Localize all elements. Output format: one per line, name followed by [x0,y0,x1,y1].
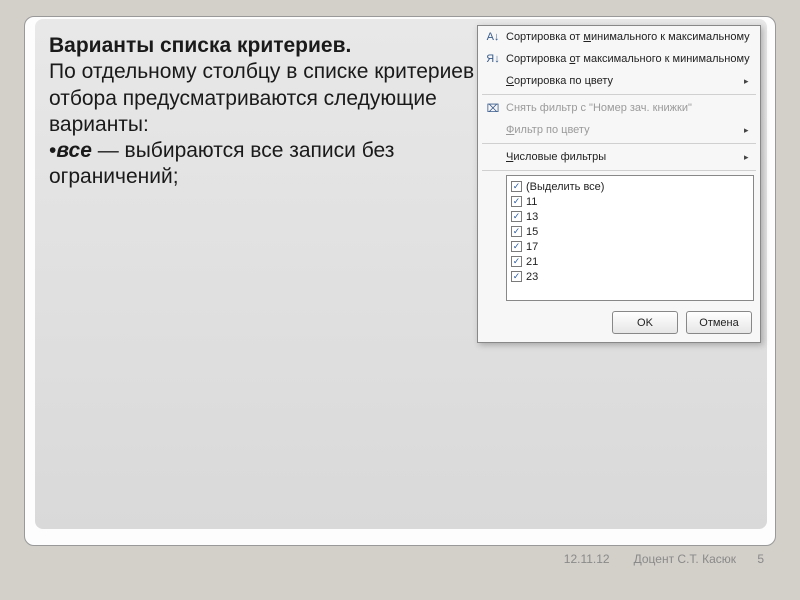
list-item[interactable]: ✓17 [511,239,749,254]
checkbox-icon[interactable]: ✓ [511,226,522,237]
separator [482,170,756,171]
slide-text: Варианты списка критериев. По отдельному… [49,33,479,191]
submenu-arrow-icon: ▸ [744,125,754,136]
list-item[interactable]: ✓13 [511,209,749,224]
ok-button[interactable]: OK [612,311,678,334]
footer-author: Доцент С.Т. Касюк [634,552,736,566]
slide-body-1: По отдельному столбцу в списке критериев… [49,60,474,136]
sort-desc-label: Сортировка от максимального к минимально… [502,53,754,65]
slide-frame: Варианты списка критериев. По отдельному… [24,16,776,546]
sort-color-label: Сортировка по цвету [502,75,744,87]
sort-asc-label: Сортировка от минимального к максимально… [502,31,754,43]
checkbox-icon[interactable]: ✓ [511,271,522,282]
select-all-label: (Выделить все) [526,181,604,193]
select-all-row[interactable]: ✓ (Выделить все) [511,179,749,194]
clear-filter-icon: ⌧ [484,102,502,115]
slide-content: Варианты списка критериев. По отдельному… [35,19,767,529]
number-filters-item[interactable]: Числовые фильтры ▸ [478,146,760,168]
list-item[interactable]: ✓15 [511,224,749,239]
footer-date: 12.11.12 [564,552,610,566]
checkbox-icon[interactable]: ✓ [511,196,522,207]
bullet-term: все [56,139,92,162]
submenu-arrow-icon: ▸ [744,76,754,87]
clear-filter-label: Снять фильтр с "Номер зач. книжки" [502,102,754,114]
sort-by-color-item[interactable]: Сортировка по цвету ▸ [478,70,760,92]
checkbox-icon[interactable]: ✓ [511,181,522,192]
checkbox-icon[interactable]: ✓ [511,256,522,267]
sort-asc-icon: А↓ [484,31,502,43]
list-item[interactable]: ✓11 [511,194,749,209]
separator [482,94,756,95]
sort-ascending-item[interactable]: А↓ Сортировка от минимального к максимал… [478,26,760,48]
checkbox-icon[interactable]: ✓ [511,241,522,252]
list-item[interactable]: ✓21 [511,254,749,269]
filter-values-listbox[interactable]: ✓ (Выделить все) ✓11 ✓13 ✓15 ✓17 ✓21 ✓23 [506,175,754,301]
filter-buttons: OK Отмена [478,307,760,336]
cancel-button[interactable]: Отмена [686,311,752,334]
excel-filter-menu: А↓ Сортировка от минимального к максимал… [477,25,761,343]
number-filters-label: Числовые фильтры [502,151,744,163]
slide-title: Варианты списка критериев. [49,34,351,57]
filter-by-color-item: Фильтр по цвету ▸ [478,119,760,141]
slide-footer: 12.11.12 Доцент С.Т. Касюк 5 [24,552,776,566]
sort-desc-icon: Я↓ [484,53,502,65]
page-number: 5 [757,552,764,566]
clear-filter-item: ⌧ Снять фильтр с "Номер зач. книжки" [478,97,760,119]
separator [482,143,756,144]
submenu-arrow-icon: ▸ [744,152,754,163]
sort-descending-item[interactable]: Я↓ Сортировка от максимального к минимал… [478,48,760,70]
filter-color-label: Фильтр по цвету [502,124,744,136]
list-item[interactable]: ✓23 [511,269,749,284]
checkbox-icon[interactable]: ✓ [511,211,522,222]
bullet-rest: — выбираются все записи без ограничений; [49,139,394,188]
